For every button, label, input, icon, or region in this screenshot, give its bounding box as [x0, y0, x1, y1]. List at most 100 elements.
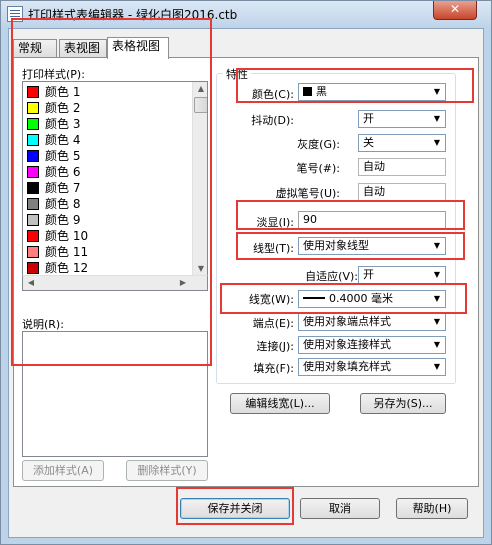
delete-style-button[interactable]: 删除样式(Y) — [126, 460, 208, 481]
scroll-down-arrow-icon[interactable]: ▼ — [193, 262, 207, 276]
list-item-label: 颜色 2 — [45, 101, 81, 115]
color-swatch-icon — [27, 198, 39, 210]
tab-form-view-label: 表格视图 — [112, 39, 161, 53]
list-item[interactable]: 颜色 4 — [23, 132, 191, 148]
description-input[interactable] — [22, 331, 208, 457]
list-item-label: 颜色 5 — [45, 149, 81, 163]
list-item-label: 颜色 3 — [45, 117, 81, 131]
list-item-label: 颜色 11 — [45, 245, 89, 259]
adaptive-value: 开 — [363, 268, 374, 281]
screening-label: 淡显(I): — [256, 216, 294, 229]
linetype-label: 线型(T): — [252, 242, 294, 255]
color-swatch-icon — [27, 262, 39, 274]
linetype-combo[interactable]: 使用对象线型 ▼ — [298, 237, 446, 255]
lineweight-label: 线宽(W): — [248, 293, 294, 306]
list-item[interactable]: 颜色 7 — [23, 180, 191, 196]
grayscale-label: 灰度(G): — [297, 138, 340, 151]
chevron-down-icon[interactable]: ▼ — [429, 84, 445, 100]
print-style-table-icon — [7, 6, 23, 22]
virtual-pen-field[interactable]: 自动 — [358, 183, 446, 201]
scroll-left-arrow-icon[interactable]: ◀ — [23, 276, 39, 290]
grayscale-combo[interactable]: 关 ▼ — [358, 134, 446, 152]
color-swatch-icon — [27, 86, 39, 98]
dither-combo[interactable]: 开 ▼ — [358, 110, 446, 128]
color-combo[interactable]: 黑 ▼ — [298, 83, 446, 101]
color-swatch-icon — [27, 118, 39, 130]
add-style-button[interactable]: 添加样式(A) — [22, 460, 104, 481]
list-item[interactable]: 颜色 5 — [23, 148, 191, 164]
help-button[interactable]: 帮助(H) — [396, 498, 468, 519]
fillstyle-value: 使用对象填充样式 — [303, 360, 391, 373]
tab-general[interactable]: 常规 — [13, 39, 57, 58]
title-bar[interactable]: 打印样式表编辑器 - 绿化白图2016.ctb ✕ — [1, 1, 491, 27]
joinstyle-combo[interactable]: 使用对象连接样式 ▼ — [298, 336, 446, 354]
pen-number-field[interactable]: 自动 — [358, 158, 446, 176]
endstyle-value: 使用对象端点样式 — [303, 315, 391, 328]
list-item-label: 颜色 10 — [45, 229, 89, 243]
lineweight-combo[interactable]: 0.4000 毫米 ▼ — [298, 290, 446, 308]
list-item-label: 颜色 7 — [45, 181, 81, 195]
lineweight-value: 0.4000 毫米 — [329, 292, 393, 305]
list-item[interactable]: 颜色 9 — [23, 212, 191, 228]
list-item[interactable]: 颜色 10 — [23, 228, 191, 244]
tab-form-view[interactable]: 表格视图 — [107, 37, 169, 59]
chevron-down-icon[interactable]: ▼ — [429, 359, 445, 375]
line-weight-sample-icon — [303, 297, 325, 299]
joinstyle-label: 连接(J): — [256, 340, 294, 353]
list-item-label: 颜色 6 — [45, 165, 81, 179]
endstyle-combo[interactable]: 使用对象端点样式 ▼ — [298, 313, 446, 331]
edit-lineweights-button[interactable]: 编辑线宽(L)... — [230, 393, 330, 414]
adaptive-combo[interactable]: 开 ▼ — [358, 266, 446, 284]
scroll-right-arrow-icon[interactable]: ▶ — [175, 276, 191, 290]
chevron-down-icon[interactable]: ▼ — [429, 337, 445, 353]
chevron-down-icon[interactable]: ▼ — [429, 238, 445, 254]
list-horizontal-scrollbar[interactable]: ◀ ▶ — [22, 275, 208, 291]
list-item-label: 颜色 1 — [45, 85, 81, 99]
list-item[interactable]: 颜色 2 — [23, 100, 191, 116]
screening-field[interactable]: 90 — [298, 211, 446, 229]
color-swatch-icon — [303, 87, 312, 96]
print-styles-label: 打印样式(P): — [22, 68, 85, 81]
color-swatch-icon — [27, 102, 39, 114]
list-item-label: 颜色 12 — [45, 261, 89, 275]
linetype-value: 使用对象线型 — [303, 239, 369, 252]
close-button[interactable]: ✕ — [433, 1, 477, 20]
color-swatch-icon — [27, 150, 39, 162]
fillstyle-label: 填充(F): — [253, 362, 294, 375]
print-styles-list[interactable]: 颜色 1 颜色 2 颜色 3 颜色 4 颜色 5 颜色 6 颜色 7 颜色 8 颜色 9 颜色 1… — [22, 81, 208, 291]
list-vertical-scrollbar[interactable]: ▲ ▼ — [192, 82, 207, 290]
scroll-thumb[interactable] — [194, 97, 207, 113]
chevron-down-icon[interactable]: ▼ — [429, 291, 445, 307]
properties-legend: 特性 — [223, 66, 251, 82]
chevron-down-icon[interactable]: ▼ — [429, 314, 445, 330]
fillstyle-combo[interactable]: 使用对象填充样式 ▼ — [298, 358, 446, 376]
color-swatch-icon — [27, 166, 39, 178]
chevron-down-icon[interactable]: ▼ — [429, 111, 445, 127]
list-item[interactable]: 颜色 8 — [23, 196, 191, 212]
save-as-button[interactable]: 另存为(S)... — [360, 393, 446, 414]
list-item[interactable]: 颜色 3 — [23, 116, 191, 132]
list-item-label: 颜色 8 — [45, 197, 81, 211]
list-item[interactable]: 颜色 1 — [23, 84, 191, 100]
description-label: 说明(R): — [22, 318, 64, 331]
virtual-pen-label: 虚拟笔号(U): — [275, 187, 340, 200]
list-item[interactable]: 颜色 12 — [23, 260, 191, 276]
color-swatch-icon — [27, 182, 39, 194]
list-item[interactable]: 颜色 11 — [23, 244, 191, 260]
chevron-down-icon[interactable]: ▼ — [429, 135, 445, 151]
save-and-close-button[interactable]: 保存并关闭 — [180, 498, 290, 519]
cancel-button[interactable]: 取消 — [300, 498, 380, 519]
tab-general-label: 常规 — [18, 41, 43, 55]
color-label: 颜色(C): — [252, 88, 294, 101]
list-item-label: 颜色 9 — [45, 213, 81, 227]
pen-number-label: 笔号(#): — [296, 162, 340, 175]
dither-label: 抖动(D): — [251, 114, 294, 127]
tab-table-view[interactable]: 表视图 — [59, 39, 107, 58]
endstyle-label: 端点(E): — [252, 317, 294, 330]
tab-table-view-label: 表视图 — [64, 41, 101, 55]
adaptive-label: 自适应(V): — [305, 270, 358, 283]
chevron-down-icon[interactable]: ▼ — [429, 267, 445, 283]
scroll-up-arrow-icon[interactable]: ▲ — [193, 82, 207, 96]
list-item[interactable]: 颜色 6 — [23, 164, 191, 180]
color-swatch-icon — [27, 246, 39, 258]
